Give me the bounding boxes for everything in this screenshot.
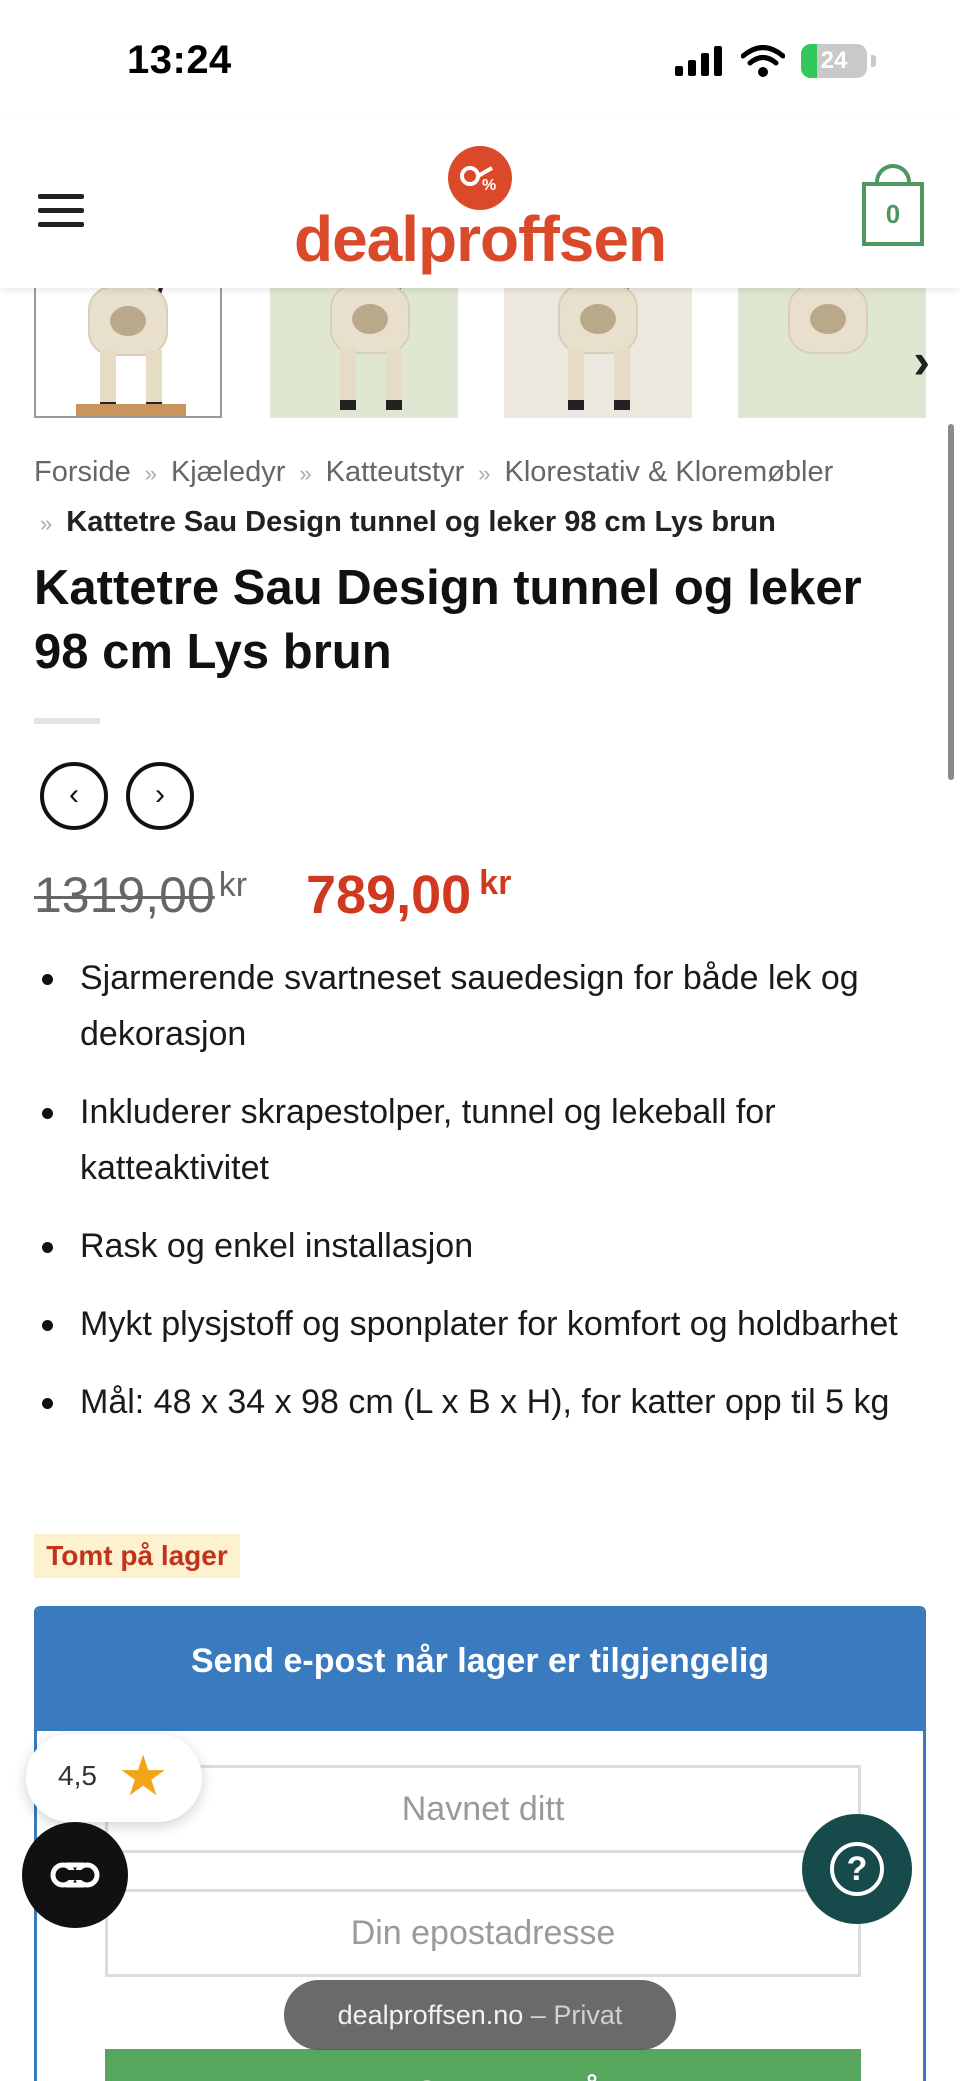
logo-text: dealproffsen <box>293 203 667 275</box>
battery-cap <box>871 55 876 67</box>
old-price-amount: 1319,00 <box>34 867 215 923</box>
breadcrumb-home[interactable]: Forside <box>34 456 131 488</box>
breadcrumb: Forside » Kjæledyr » Katteutstyr » Klorestativ… <box>34 448 924 548</box>
breadcrumb-separator: » <box>478 461 491 486</box>
previous-product-button[interactable]: ‹ <box>40 762 108 830</box>
wifi-icon <box>741 45 785 77</box>
feature-list: Sjarmerende svartneset sauedesign for bå… <box>34 950 924 1452</box>
feature-item: Inkluderer skrapestolper, tunnel og leke… <box>34 1084 924 1196</box>
cart-count: 0 <box>885 199 901 229</box>
url-domain: dealproffsen.no <box>337 2000 524 2030</box>
old-price-currency: kr <box>218 866 248 904</box>
star-icon: ★ <box>118 1744 169 1807</box>
svg-text:%: % <box>482 177 496 194</box>
old-price: 1319,00 kr <box>34 866 247 924</box>
email-field[interactable] <box>105 1889 861 1977</box>
browser-url-bar[interactable]: dealproffsen.no – Privat <box>284 1980 676 2050</box>
feature-item: Sjarmerende svartneset sauedesign for bå… <box>34 950 924 1062</box>
logo-mark-icon: % <box>448 146 512 210</box>
sale-price-currency: kr <box>479 864 512 902</box>
rating-widget[interactable]: 4,5 ★ <box>26 1734 202 1822</box>
breadcrumb-scratching-posts[interactable]: Klorestativ & Kloremøbler <box>505 456 834 488</box>
sale-price: 789,00 kr <box>306 864 511 926</box>
accessibility-icon <box>50 1862 100 1888</box>
title-divider <box>34 718 100 724</box>
status-bar: 13:24 24 <box>0 0 960 120</box>
hamburger-icon[interactable] <box>38 194 84 228</box>
chevron-left-icon: ‹ <box>69 778 79 811</box>
page-scrollbar[interactable] <box>948 424 954 780</box>
feature-item: Mykt plysjstoff og sponplater for komfor… <box>34 1296 924 1352</box>
breadcrumb-pets[interactable]: Kjæledyr <box>171 456 285 488</box>
question-icon: ? <box>830 1842 884 1896</box>
status-time: 13:24 <box>127 38 232 82</box>
battery-icon: 24 <box>801 44 867 78</box>
private-mode-label: Privat <box>553 2000 623 2030</box>
sale-price-amount: 789,00 <box>306 865 472 925</box>
breadcrumb-cat-supplies[interactable]: Katteutstyr <box>326 456 465 488</box>
notify-heading: Send e-post når lager er tilgjengelig <box>37 1609 923 1731</box>
breadcrumb-separator: » <box>299 461 312 486</box>
chevron-right-icon[interactable]: › <box>913 332 930 390</box>
stock-status-badge: Tomt på lager <box>34 1534 240 1578</box>
site-logo[interactable]: % dealproffsen <box>290 146 670 286</box>
feature-item: Rask og enkel installasjon <box>34 1218 924 1274</box>
signal-icon <box>675 46 722 76</box>
status-icons: 24 <box>675 44 876 78</box>
breadcrumb-separator: » <box>144 461 157 486</box>
accessibility-button[interactable] <box>22 1822 128 1928</box>
next-product-button[interactable]: › <box>126 762 194 830</box>
subscribe-button[interactable]: ABONNER NÅ <box>105 2049 861 2081</box>
product-title: Kattetre Sau Design tunnel og leker 98 c… <box>34 561 862 679</box>
shopping-bag-icon[interactable]: 0 <box>862 182 924 246</box>
breadcrumb-current: Kattetre Sau Design tunnel og leker 98 c… <box>66 506 776 538</box>
breadcrumb-separator: » <box>40 511 53 536</box>
site-header: % dealproffsen 0 <box>0 120 960 288</box>
help-button[interactable]: ? <box>802 1814 912 1924</box>
battery-level: 24 <box>820 47 848 74</box>
url-separator: – <box>530 2000 546 2030</box>
chevron-right-icon: › <box>155 778 165 811</box>
rating-value: 4,5 <box>58 1760 97 1791</box>
name-field[interactable] <box>105 1765 861 1853</box>
feature-item: Mål: 48 x 34 x 98 cm (L x B x H), for ka… <box>34 1374 924 1430</box>
